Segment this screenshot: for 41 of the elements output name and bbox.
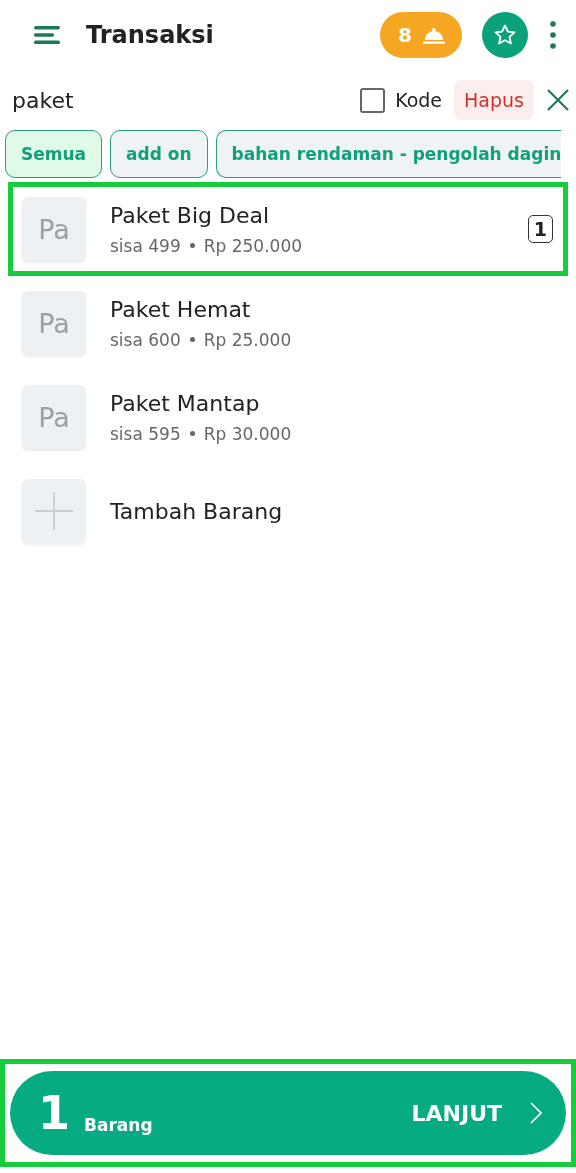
clear-button[interactable]: Hapus <box>454 80 534 120</box>
close-icon[interactable] <box>546 88 570 112</box>
add-item-row[interactable]: Tambah Barang <box>13 469 563 553</box>
separator-dot <box>189 337 195 342</box>
stock-text: sisa 499 <box>110 235 181 256</box>
product-thumbnail: Pa <box>22 385 86 449</box>
favorites-button[interactable] <box>482 12 528 58</box>
product-thumbnail: Pa <box>22 291 86 355</box>
category-chip[interactable]: Semua <box>5 130 103 178</box>
product-name: Paket Hemat <box>110 296 252 322</box>
price-text: Rp 250.000 <box>203 235 303 256</box>
plus-icon <box>35 492 73 530</box>
product-row[interactable]: Pa Paket Big Deal sisa 499 Rp 250.000 1 <box>13 187 563 271</box>
product-name: Paket Mantap <box>110 390 261 416</box>
category-chip[interactable]: bahan rendaman - pengolah dagin <box>215 130 562 178</box>
quantity-badge: 1 <box>527 215 553 243</box>
separator-dot <box>189 243 195 248</box>
continue-button[interactable]: 1 Barang LANJUT <box>10 1071 566 1155</box>
checkbox-label: Kode <box>395 89 443 111</box>
product-name: Paket Big Deal <box>110 202 271 228</box>
price-text: Rp 30.000 <box>203 423 292 444</box>
menu-icon[interactable] <box>34 25 62 45</box>
search-field[interactable]: paket <box>12 87 361 113</box>
product-row[interactable]: Pa Paket Hemat sisa 600 Rp 25.000 <box>13 281 563 365</box>
continue-label: LANJUT <box>411 1100 502 1126</box>
star-icon <box>493 23 517 47</box>
price-text: Rp 25.000 <box>203 329 292 350</box>
more-icon[interactable] <box>550 21 556 49</box>
separator-dot <box>189 431 195 436</box>
product-thumbnail: Pa <box>22 197 86 261</box>
add-item-label: Tambah Barang <box>110 498 284 524</box>
stock-text: sisa 600 <box>110 329 181 350</box>
item-count: 1 <box>38 1086 70 1140</box>
category-chip[interactable]: add on <box>110 130 208 178</box>
checkbox[interactable] <box>360 87 386 113</box>
screen-title: Transaksi <box>86 21 214 49</box>
stock-text: sisa 595 <box>110 423 181 444</box>
cloche-icon <box>422 25 446 45</box>
chevron-icon <box>530 1102 542 1124</box>
item-unit: Barang <box>84 1115 153 1135</box>
product-row[interactable]: Pa Paket Mantap sisa 595 Rp 30.000 <box>13 375 563 459</box>
